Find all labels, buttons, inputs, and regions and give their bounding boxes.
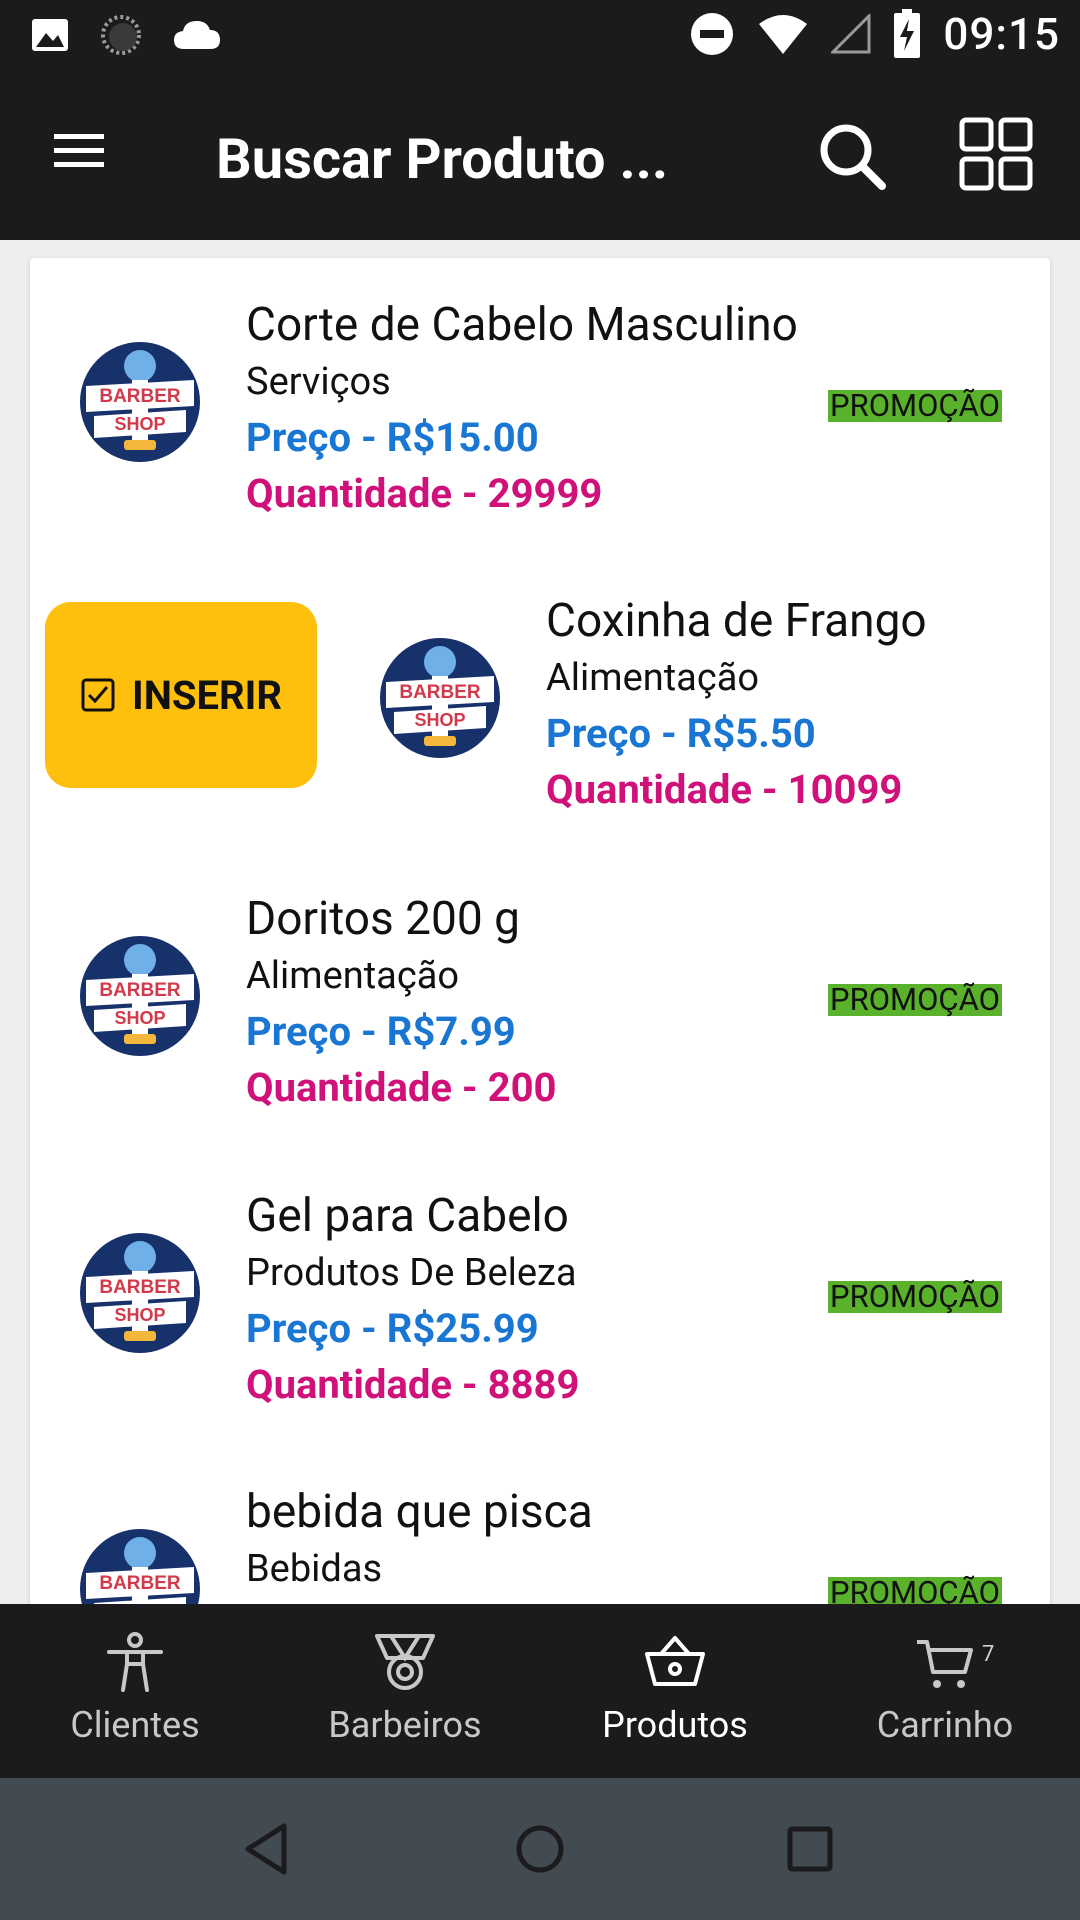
promo-badge: PROMOÇÃO: [828, 1577, 1002, 1604]
barber-shop-logo: BARBER SHOP: [80, 936, 200, 1056]
nav-label: Carrinho: [876, 1704, 1014, 1746]
person-icon: [107, 1632, 163, 1692]
do-not-disturb-icon: [691, 13, 734, 55]
product-category: Alimentação: [546, 656, 760, 700]
product-quantity: Quantidade - 200: [246, 1064, 557, 1111]
svg-text:BARBER: BARBER: [99, 1277, 181, 1298]
battery-charging-icon: [894, 9, 921, 58]
svg-text:SHOP: SHOP: [114, 414, 165, 434]
product-info: bebida que pisca Bebidas: [246, 1483, 593, 1597]
svg-text:SHOP: SHOP: [114, 1008, 165, 1028]
back-icon[interactable]: [234, 1814, 304, 1884]
promo-badge: PROMOÇÃO: [828, 1278, 1002, 1315]
product-item[interactable]: BARBER SHOP bebida que pisca Bebidas PRO…: [30, 1445, 1050, 1604]
product-category: Produtos De Beleza: [246, 1251, 577, 1295]
product-name: Corte de Cabelo Masculino: [246, 298, 798, 352]
page-title: Buscar Produto ...: [216, 126, 669, 192]
product-quantity: Quantidade - 29999: [246, 470, 603, 517]
product-price: Preço - R$7.99: [246, 1008, 516, 1055]
svg-text:BARBER: BARBER: [99, 980, 181, 1001]
home-icon[interactable]: [505, 1814, 575, 1884]
svg-text:SHOP: SHOP: [414, 710, 465, 730]
product-item[interactable]: BARBER SHOP Corte de Cabelo Masculino Se…: [30, 258, 1050, 556]
barber-shop-logo: BARBER SHOP: [80, 1233, 200, 1353]
app-bar: Buscar Produto ...: [0, 76, 1080, 240]
product-item[interactable]: BARBER SHOP Gel para Cabelo Produtos De …: [30, 1149, 1050, 1447]
bottom-navigation: Clientes Barbeiros Produtos 7 Carrinho: [0, 1604, 1080, 1778]
product-category: Bebidas: [246, 1547, 383, 1591]
search-button[interactable]: [812, 116, 896, 200]
barber-shop-logo: BARBER SHOP: [80, 342, 200, 462]
system-navigation-bar: [0, 1778, 1080, 1920]
product-info: Corte de Cabelo Masculino Serviços Preço…: [246, 296, 798, 522]
product-price: Preço - R$5.50: [546, 710, 816, 757]
image-notification-icon: [32, 19, 68, 51]
product-info: Gel para Cabelo Produtos De Beleza Preço…: [246, 1187, 579, 1413]
product-item[interactable]: BARBER SHOP Doritos 200 g Alimentação Pr…: [30, 852, 1050, 1150]
sync-notification-icon: [101, 15, 141, 55]
nav-item-produtos[interactable]: Produtos: [540, 1604, 810, 1778]
cart-count-badge: 7: [982, 1642, 995, 1667]
product-name: Doritos 200 g: [246, 892, 520, 946]
hamburger-menu-icon: [54, 134, 104, 167]
basket-icon: [645, 1636, 705, 1686]
barber-shop-logo: BARBER SHOP: [380, 638, 500, 758]
product-category: Serviços: [246, 360, 391, 404]
product-category: Alimentação: [246, 954, 460, 998]
nav-label: Clientes: [70, 1704, 200, 1746]
product-list-card: BARBER SHOP Corte de Cabelo Masculino Se…: [30, 258, 1050, 1604]
nav-item-clientes[interactable]: Clientes: [0, 1604, 270, 1778]
cart-icon: [917, 1640, 973, 1688]
cloud-icon: [174, 21, 220, 49]
nav-label: Barbeiros: [328, 1704, 482, 1746]
product-price: Preço - R$15.00: [246, 414, 539, 461]
status-time: 09:15: [943, 8, 1060, 60]
recents-icon[interactable]: [775, 1814, 845, 1884]
product-info: Coxinha de Frango Alimentação Preço - R$…: [546, 592, 927, 818]
nav-label: Produtos: [602, 1704, 748, 1746]
wifi-icon: [759, 15, 808, 54]
product-name: bebida que pisca: [246, 1485, 593, 1539]
medal-icon: [375, 1634, 435, 1690]
product-list[interactable]: BARBER SHOP Corte de Cabelo Masculino Se…: [0, 240, 1080, 1604]
product-quantity: Quantidade - 8889: [246, 1361, 580, 1408]
product-item[interactable]: BARBER SHOP Coxinha de Frango Alimentaçã…: [30, 554, 1050, 852]
grid-view-button[interactable]: [958, 116, 1034, 192]
product-name: Gel para Cabelo: [246, 1189, 569, 1243]
product-info: Doritos 200 g Alimentação Preço - R$7.99…: [246, 890, 556, 1116]
nav-item-barbeiros[interactable]: Barbeiros: [270, 1604, 540, 1778]
menu-button[interactable]: [48, 126, 120, 190]
svg-text:SHOP: SHOP: [114, 1305, 165, 1325]
search-icon: [820, 124, 886, 190]
grid-view-icon: [959, 117, 1033, 191]
cell-signal-icon: [831, 14, 871, 54]
svg-text:BARBER: BARBER: [99, 386, 181, 407]
promo-badge: PROMOÇÃO: [828, 387, 1002, 424]
promo-badge: PROMOÇÃO: [828, 981, 1002, 1018]
barber-shop-logo: BARBER SHOP: [80, 1529, 200, 1604]
product-price: Preço - R$25.99: [246, 1305, 539, 1352]
svg-text:BARBER: BARBER: [99, 1573, 181, 1594]
product-name: Coxinha de Frango: [546, 594, 927, 648]
status-bar: 09:15: [0, 0, 1080, 76]
svg-text:BARBER: BARBER: [399, 682, 481, 703]
product-quantity: Quantidade - 10099: [546, 766, 903, 813]
nav-item-carrinho[interactable]: 7 Carrinho: [810, 1604, 1080, 1778]
